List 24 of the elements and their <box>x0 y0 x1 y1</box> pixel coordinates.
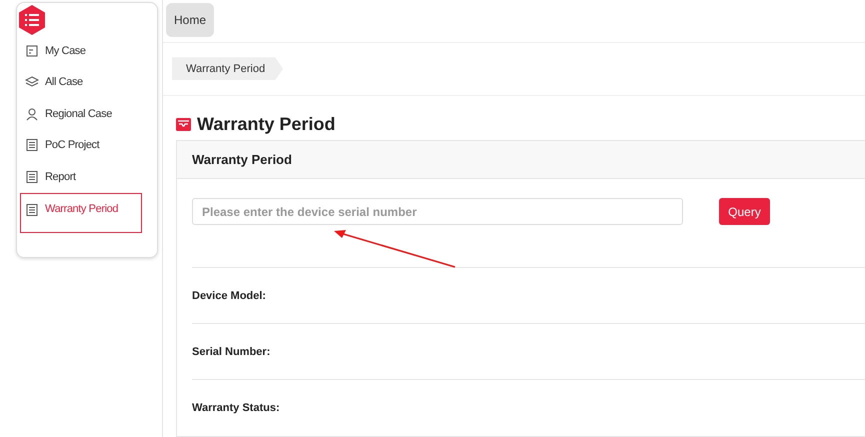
list-icon <box>25 138 39 152</box>
list-icon <box>25 202 39 216</box>
arrow-icon <box>332 228 457 269</box>
serial-number-field[interactable]: Please enter the device serial number <box>192 198 683 225</box>
page-title: Warranty Period <box>197 114 336 136</box>
menu-logo-icon <box>19 5 45 35</box>
user-icon <box>25 106 39 121</box>
inbox-icon <box>176 118 191 132</box>
sidebar-item[interactable]: Report <box>19 161 141 192</box>
field-label: Device Model: <box>192 290 266 302</box>
field-label: Serial Number: <box>192 346 270 358</box>
sidebar-item[interactable]: My Case <box>19 35 141 66</box>
panel-title: Warranty Period <box>192 152 292 167</box>
sidebar-item[interactable]: All Case <box>19 66 141 98</box>
query-button[interactable]: Query <box>719 198 770 225</box>
field-label: Warranty Status: <box>192 402 280 414</box>
id-card-icon <box>25 44 39 58</box>
breadcrumb-item[interactable]: Warranty Period <box>172 57 284 80</box>
list-icon <box>25 170 39 184</box>
sidebar-item[interactable]: Warranty Period <box>20 192 142 232</box>
layers-icon <box>25 75 39 90</box>
home-tab[interactable]: Home <box>166 3 214 37</box>
sidebar-item[interactable]: PoC Project <box>19 130 141 161</box>
sidebar-item[interactable]: Regional Case <box>19 98 141 130</box>
